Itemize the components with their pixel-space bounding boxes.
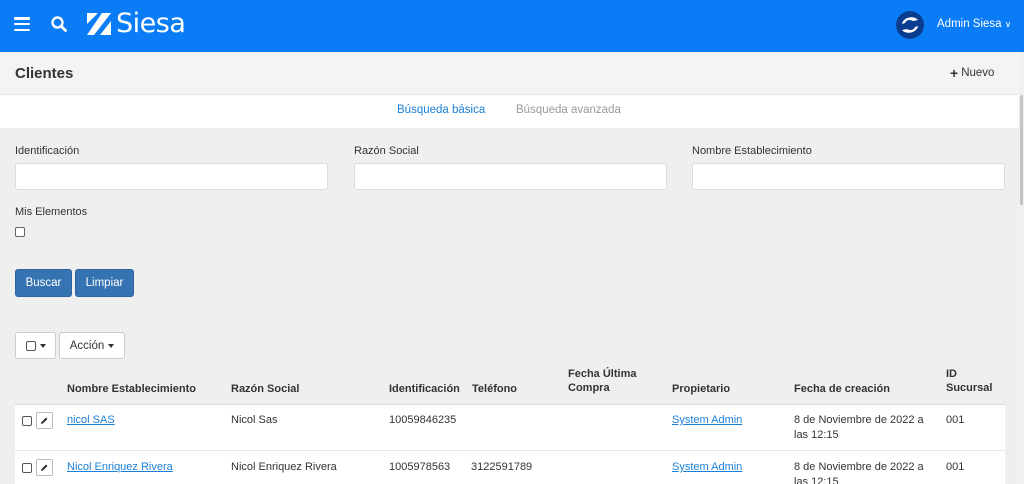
new-button-label: Nuevo (961, 67, 995, 79)
caret-down-icon (108, 343, 115, 348)
razon-social-label: Razón Social (354, 145, 419, 157)
table-row: Nicol Enriquez Rivera Nicol Enriquez Riv… (15, 452, 1005, 484)
nombre-establecimiento-input[interactable] (692, 163, 1005, 190)
col-fecha-ultima-compra[interactable]: Fecha Última Compra (568, 367, 648, 395)
cell-fecha-creacion: 8 de Noviembre de 2022 a las 12:15 (794, 461, 924, 484)
cell-razon-social: Nicol Sas (231, 414, 278, 426)
user-avatar-icon[interactable] (895, 10, 925, 40)
cell-sucursal: 001 (946, 414, 965, 426)
identificacion-input[interactable] (15, 163, 328, 190)
buscar-button[interactable]: Buscar (15, 269, 72, 297)
col-telefono[interactable]: Teléfono (472, 382, 517, 396)
table-row: nicol SAS Nicol Sas 10059846235 System A… (15, 405, 1005, 451)
filter-panel: Identificación Razón Social Nombre Estab… (0, 128, 1024, 316)
edit-row-button[interactable] (36, 459, 53, 476)
brand-name: Siesa (116, 8, 186, 39)
accion-label: Acción (69, 339, 105, 352)
brand-logo[interactable]: Siesa (86, 8, 186, 39)
pencil-icon (41, 417, 48, 424)
cell-fecha-creacion: 8 de Noviembre de 2022 a las 12:15 (794, 414, 924, 441)
search-icon[interactable] (50, 15, 68, 33)
results-table: nicol SAS Nicol Sas 10059846235 System A… (15, 404, 1005, 484)
page-title: Clientes (15, 65, 74, 82)
mis-elementos-label: Mis Elementos (15, 206, 88, 218)
pencil-icon (41, 464, 48, 471)
accion-dropdown[interactable]: Acción (59, 332, 125, 359)
scrollbar-thumb[interactable] (1020, 95, 1023, 205)
col-id-sucursal[interactable]: ID Sucursal (946, 367, 996, 395)
cell-sucursal: 001 (946, 461, 965, 473)
identificacion-label: Identificación (15, 145, 80, 157)
limpiar-button[interactable]: Limpiar (75, 269, 134, 297)
tab-basic-search[interactable]: Búsqueda básica (397, 104, 485, 116)
cell-identificacion: 10059846235 (389, 414, 457, 426)
col-razon-social[interactable]: Razón Social (231, 382, 299, 396)
top-navbar: Siesa Admin Siesa ∨ (0, 0, 1024, 52)
plus-icon: + (950, 64, 959, 81)
new-button[interactable]: + Nuevo (950, 64, 995, 81)
search-tabs: Búsqueda básica Búsqueda avanzada (0, 96, 1024, 128)
user-menu[interactable]: Admin Siesa ∨ (937, 18, 1011, 30)
cell-propietario-link[interactable]: System Admin (672, 413, 742, 428)
col-identificacion[interactable]: Identificación (389, 382, 460, 396)
nombre-establecimiento-label: Nombre Establecimiento (692, 145, 812, 157)
razon-social-input[interactable] (354, 163, 667, 190)
row-checkbox[interactable] (22, 463, 32, 473)
cell-nombre-link[interactable]: nicol SAS (67, 413, 115, 428)
cell-nombre-link[interactable]: Nicol Enriquez Rivera (67, 460, 173, 475)
col-fecha-creacion[interactable]: Fecha de creación (794, 382, 890, 396)
cell-identificacion: 1005978563 (389, 461, 451, 473)
cell-telefono: 3122591789 (471, 461, 533, 473)
col-propietario[interactable]: Propietario (672, 382, 730, 396)
col-nombre-establecimiento[interactable]: Nombre Establecimiento (67, 382, 196, 396)
page-header: Clientes + Nuevo (0, 52, 1024, 95)
cell-propietario-link[interactable]: System Admin (672, 460, 742, 475)
edit-row-button[interactable] (36, 412, 53, 429)
select-all-checkbox (25, 340, 36, 351)
menu-icon[interactable] (14, 17, 30, 31)
cell-razon-social: Nicol Enriquez Rivera (231, 461, 337, 473)
caret-down-icon (39, 343, 46, 348)
mis-elementos-checkbox[interactable] (15, 227, 25, 237)
chevron-down-icon: ∨ (1004, 19, 1012, 29)
tab-advanced-search[interactable]: Búsqueda avanzada (516, 104, 621, 116)
logo-mark-icon (87, 13, 111, 35)
results-area: Acción Nombre Establecimiento Razón Soci… (0, 316, 1024, 484)
row-checkbox[interactable] (22, 416, 32, 426)
user-name-label: Admin Siesa (937, 18, 1002, 30)
select-all-dropdown[interactable] (15, 332, 56, 359)
